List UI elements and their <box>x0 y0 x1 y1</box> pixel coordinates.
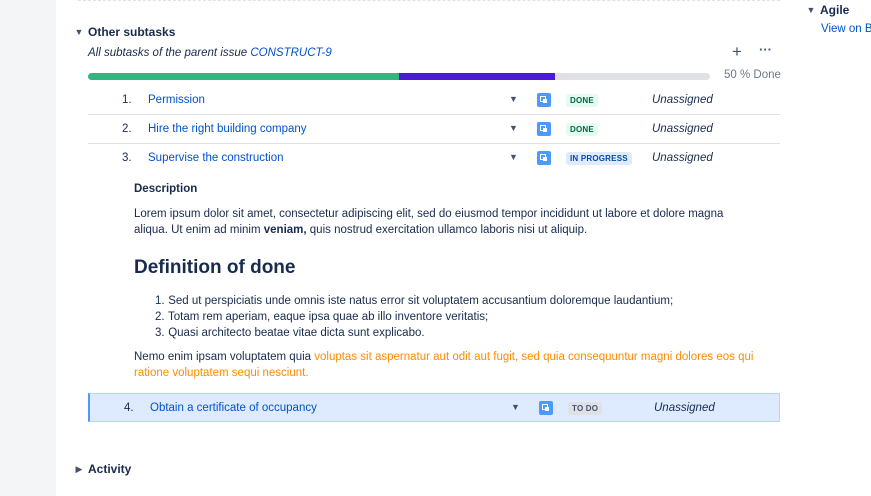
list-number: 1. <box>155 295 165 307</box>
chevron-down-icon[interactable]: ▼ <box>804 5 818 15</box>
status-badge[interactable]: DONE <box>566 94 598 107</box>
list-item: 2. Totam rem aperiam, eaque ipsa quae ab… <box>155 309 673 325</box>
subtask-type-icon <box>537 93 551 107</box>
nemo-paragraph: Nemo enim ipsam voluptatem quia voluptas… <box>134 349 774 381</box>
subtask-summary-link[interactable]: Supervise the construction <box>148 152 284 164</box>
plus-icon[interactable]: + <box>732 42 742 62</box>
chevron-down-icon[interactable]: ▼ <box>72 27 86 37</box>
chevron-down-icon[interactable]: ▼ <box>509 94 518 104</box>
left-gutter <box>0 0 56 496</box>
assignee[interactable]: Unassigned <box>652 123 713 135</box>
list-item: 3. Quasi architecto beatae vitae dicta s… <box>155 325 673 341</box>
other-subtasks-panel: ▼ Other subtasks All subtasks of the par… <box>72 24 782 422</box>
progress-bar <box>88 73 710 80</box>
agile-header[interactable]: ▼ Agile <box>804 3 850 17</box>
more-icon[interactable]: ··· <box>759 42 772 57</box>
subtask-number: 2. <box>122 123 132 135</box>
assignee[interactable]: Unassigned <box>654 402 715 414</box>
section-divider <box>78 0 780 1</box>
description-text-part: quis nostrud exercitation ullamco labori… <box>306 224 588 236</box>
subtask-number: 3. <box>122 152 132 164</box>
other-subtasks-title: Other subtasks <box>88 25 176 39</box>
assignee[interactable]: Unassigned <box>652 94 713 106</box>
description-heading: Description <box>134 183 198 195</box>
list-item-text: Quasi architecto beatae vitae dicta sunt… <box>168 327 425 339</box>
list-item: 1. Sed ut perspiciatis unde omnis iste n… <box>155 293 673 309</box>
subtask-type-icon <box>537 122 551 136</box>
subtask-list: 1. Permission ▼ DONE Unassigned 2. Hire … <box>88 86 780 422</box>
activity-header[interactable]: ▶ Activity <box>72 462 132 476</box>
progress-done-segment <box>88 73 399 80</box>
progress-row: 50 % Done <box>72 68 782 84</box>
subtask-detail-panel: Description Lorem ipsum dolor sit amet, … <box>88 173 780 393</box>
list-number: 2. <box>155 311 165 323</box>
subtask-number: 4. <box>124 402 134 414</box>
subtask-type-icon <box>539 401 553 415</box>
agile-panel: ▼ Agile View on B <box>804 3 871 35</box>
subtask-row[interactable]: 3. Supervise the construction ▼ IN PROGR… <box>88 144 780 173</box>
subtitle-text: All subtasks of the parent issue <box>88 47 251 59</box>
subtask-number: 1. <box>122 94 132 106</box>
agile-title: Agile <box>820 3 850 17</box>
status-badge[interactable]: DONE <box>566 123 598 136</box>
chevron-right-icon[interactable]: ▶ <box>72 464 86 475</box>
list-number: 3. <box>155 327 165 339</box>
subtask-type-icon <box>537 151 551 165</box>
chevron-down-icon[interactable]: ▼ <box>509 123 518 133</box>
subtask-row[interactable]: 4. Obtain a certificate of occupancy ▼ T… <box>88 393 780 422</box>
progress-in-progress-segment <box>399 73 555 80</box>
chevron-down-icon[interactable]: ▼ <box>509 152 518 162</box>
subtask-row[interactable]: 1. Permission ▼ DONE Unassigned <box>88 86 780 115</box>
list-item-text: Totam rem aperiam, eaque ipsa quae ab il… <box>168 311 489 323</box>
description-bold-text: veniam, <box>263 224 307 236</box>
parent-issue-link[interactable]: CONSTRUCT-9 <box>250 47 331 59</box>
subtasks-subtitle: All subtasks of the parent issue CONSTRU… <box>88 47 332 59</box>
subtask-summary-link[interactable]: Obtain a certificate of occupancy <box>150 402 317 414</box>
definition-of-done-list: 1. Sed ut perspiciatis unde omnis iste n… <box>155 293 673 341</box>
list-item-text: Sed ut perspiciatis unde omnis iste natu… <box>168 295 674 307</box>
activity-title: Activity <box>88 462 132 476</box>
nemo-text: Nemo enim ipsam voluptatem quia <box>134 351 315 363</box>
definition-of-done-heading: Definition of done <box>134 257 296 278</box>
subtask-row[interactable]: 2. Hire the right building company ▼ DON… <box>88 115 780 144</box>
other-subtasks-header[interactable]: ▼ Other subtasks <box>72 24 782 40</box>
subtask-summary-link[interactable]: Permission <box>148 94 205 106</box>
assignee[interactable]: Unassigned <box>652 152 713 164</box>
progress-label: 50 % Done <box>724 69 781 81</box>
status-badge[interactable]: TO DO <box>568 402 603 415</box>
description-text: Lorem ipsum dolor sit amet, consectetur … <box>134 206 754 238</box>
status-badge[interactable]: IN PROGRESS <box>566 152 632 165</box>
view-on-board-link[interactable]: View on B <box>821 23 871 35</box>
chevron-down-icon[interactable]: ▼ <box>511 402 520 412</box>
subtask-summary-link[interactable]: Hire the right building company <box>148 123 307 135</box>
